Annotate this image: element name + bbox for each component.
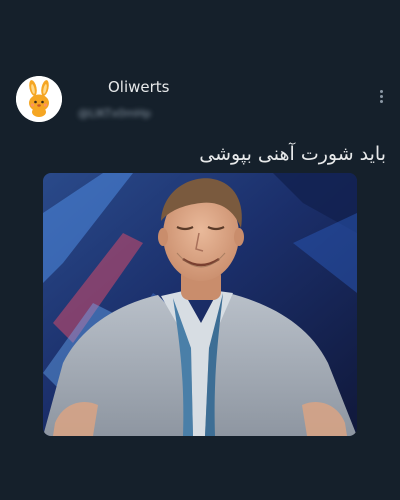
post-text: باید شورت آهنی بپوشی [199, 143, 386, 165]
author-avatar[interactable] [16, 76, 62, 122]
author-handle[interactable]: @LIKTx0mHp [78, 107, 151, 120]
orange-bunny-icon [16, 76, 62, 122]
vertical-ellipsis-icon [379, 90, 383, 93]
photo-man-in-grey-suit-laughing [43, 173, 357, 436]
more-options-button[interactable] [374, 90, 388, 110]
author-display-name[interactable]: Oliwerts [108, 78, 170, 96]
post-media-image[interactable] [43, 173, 357, 436]
post-card: Oliwerts @LIKTx0mHp باید شورت آهنی بپوشی [0, 0, 400, 500]
